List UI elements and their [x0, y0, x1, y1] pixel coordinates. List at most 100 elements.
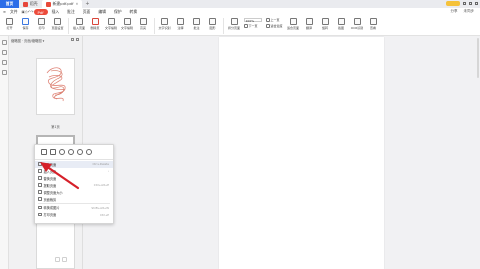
grid-icon[interactable] [71, 38, 74, 41]
tab-document[interactable]: 新建pdf.pdf ✕ [41, 0, 83, 8]
share-button[interactable]: 分享 [451, 9, 458, 14]
zoom-input[interactable]: 100% [243, 18, 262, 23]
wps-icon [23, 1, 28, 7]
menu-crop-page[interactable]: 页面裁剪 [35, 196, 113, 203]
tab-label: 新建pdf.pdf [52, 1, 74, 6]
tab-daoke[interactable]: 稻壳 [19, 0, 42, 8]
copy-icon[interactable] [41, 149, 47, 155]
ribbon-toolbar: 打开 保存 打印 页面设置 插入页面 删除页 文字编辑 文字编辑 高亮 文字识别… [0, 16, 480, 36]
menu-print-page[interactable]: 打印页面 Ctrl+P [35, 211, 113, 218]
context-menu: 删除页面 Ctrl+Delete 插入页面 › 替换页面 提取页面 Ctrl+A… [34, 144, 114, 224]
view-icon [369, 18, 377, 25]
menu-insert-page[interactable]: 插入页面 › [35, 168, 113, 175]
home-tab[interactable]: 首页 [0, 0, 19, 8]
menu-resize-page[interactable]: 调整页面大小 [35, 189, 113, 196]
shape-button[interactable]: 图形 [206, 17, 219, 30]
divider [223, 18, 224, 34]
attachment-icon[interactable] [2, 70, 7, 75]
pdf-icon [45, 1, 51, 7]
shape-icon [209, 18, 216, 25]
page-thumbnail-1[interactable] [36, 58, 75, 115]
paste-icon[interactable] [50, 149, 56, 155]
close-icon[interactable]: ✕ [75, 2, 78, 6]
image-icon [38, 205, 42, 210]
page-icon [54, 18, 61, 25]
text-edit-button[interactable]: 文字编辑 [105, 17, 118, 30]
insert-page-button[interactable]: 插入页面 [73, 17, 86, 30]
menu-delete-page[interactable]: 删除页面 Ctrl+Delete [35, 160, 113, 168]
highlight-icon [139, 18, 147, 25]
close-icon[interactable] [76, 38, 79, 41]
delete-icon [91, 18, 99, 25]
translate-icon [305, 18, 313, 25]
menu-comment[interactable]: 批注 [63, 9, 79, 15]
ocr-text-button[interactable]: 文字识别 [158, 17, 171, 30]
close-window-icon[interactable] [475, 2, 478, 5]
thumbnail-icon[interactable] [2, 40, 7, 45]
print-icon [38, 212, 42, 217]
zoom-out-icon[interactable] [55, 257, 60, 262]
prev-page-row[interactable]: 上一页 [265, 18, 283, 22]
save-button[interactable]: 保存 [19, 17, 32, 30]
maximize-icon[interactable] [469, 2, 472, 5]
menu-edit[interactable]: 编辑 [94, 9, 110, 15]
menu-page[interactable]: 页面 [79, 9, 95, 15]
pdf-page[interactable] [219, 37, 384, 269]
sync-status[interactable]: 未同步 [464, 9, 475, 14]
zoom-in-icon[interactable] [77, 149, 83, 155]
zoom-in-icon[interactable] [62, 257, 67, 262]
delete-page-button[interactable]: 删除页 [89, 17, 102, 30]
insert-icon [38, 169, 42, 173]
panel-tools [71, 38, 79, 41]
menu-protect[interactable]: 保护 [110, 9, 126, 15]
fit-page-button[interactable]: 适合页面 [287, 17, 300, 30]
rotate-left-icon[interactable] [68, 149, 74, 155]
zoom-in-icon [243, 24, 248, 28]
menu-convert[interactable]: 转换 [126, 9, 142, 15]
new-tab-icon[interactable]: + [82, 1, 92, 7]
next-page-row[interactable]: 下一页 [243, 24, 262, 28]
print-button[interactable]: 打印 [35, 17, 48, 30]
signature-scribble [46, 67, 66, 102]
split-page-button[interactable]: 拆分页面 [228, 17, 241, 30]
print-icon [38, 18, 45, 25]
menu-pdf[interactable]: Pdf [33, 9, 48, 15]
view-button[interactable]: 查看 [367, 17, 380, 30]
crop-icon [38, 197, 42, 201]
menu-insert[interactable]: 插入 [48, 9, 64, 15]
tab-label: 稻壳 [30, 1, 38, 6]
rotate-right-icon[interactable] [59, 149, 65, 155]
avatar[interactable] [446, 1, 460, 6]
scrollbar[interactable] [477, 38, 479, 78]
menu-convert-image[interactable]: 转换成图片 Shift+Alt+W [35, 204, 113, 211]
ocr-button[interactable]: OCR识别 [351, 17, 364, 30]
screenshot-button[interactable]: 截图 [335, 17, 348, 30]
menu-replace-page[interactable]: 替换页面 [35, 175, 113, 182]
note-button[interactable]: 注释 [174, 17, 187, 30]
bookmark-icon[interactable] [2, 50, 7, 55]
highlight-button[interactable]: 高亮 [137, 17, 150, 30]
note-icon [177, 18, 184, 25]
context-toolbar [35, 145, 113, 158]
page-setup-button[interactable]: 页面设置 [51, 17, 64, 30]
text-edit2-button[interactable]: 文字编辑 [121, 17, 134, 30]
menu-extract-page[interactable]: 提取页面 Ctrl+Alt+E [35, 182, 113, 189]
fit-width-row[interactable]: 适合宽度 [265, 24, 283, 28]
folder-icon [6, 18, 13, 25]
zoom-out-icon[interactable] [86, 149, 92, 155]
trash-icon [38, 162, 42, 166]
divider [153, 18, 154, 34]
open-button[interactable]: 打开 [3, 17, 16, 30]
comment-icon [193, 18, 200, 25]
comment-button[interactable]: 批注 [190, 17, 203, 30]
minimize-icon[interactable] [463, 2, 466, 5]
translate-button[interactable]: 翻译 [303, 17, 316, 30]
arrow-up-icon [265, 18, 270, 22]
scan-icon [161, 18, 168, 25]
thumbnail-zoom-controls [55, 257, 85, 262]
rotate-button[interactable]: 旋转 [319, 17, 332, 30]
insert-icon [75, 18, 83, 25]
comment-icon[interactable] [2, 60, 7, 65]
fit-icon [265, 24, 270, 28]
menu-file[interactable]: 文件 [6, 9, 22, 15]
